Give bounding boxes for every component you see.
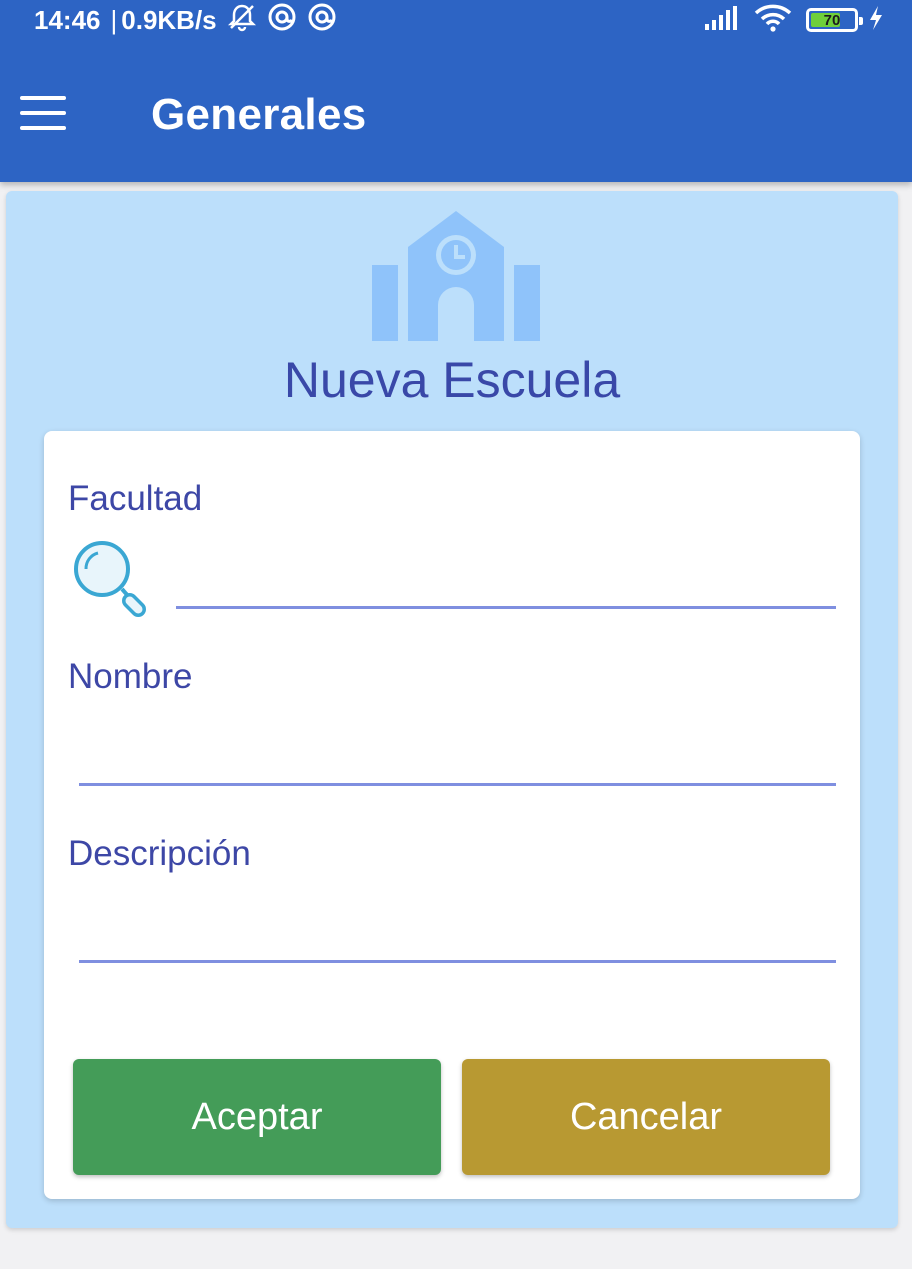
nombre-input[interactable] — [79, 731, 837, 783]
top-bar: 14:46 | 0.9KB/s 70 Generales — [0, 0, 912, 182]
menu-line — [20, 111, 66, 115]
battery-icon: 70 — [806, 8, 863, 32]
form-card: Facultad Nombre Descripción Aceptar Canc… — [44, 431, 860, 1199]
app-bar: Generales — [0, 40, 912, 182]
charging-bolt-icon — [868, 5, 884, 36]
menu-line — [20, 126, 66, 130]
menu-line — [20, 96, 66, 100]
nombre-underline — [79, 783, 836, 786]
status-network-speed: 0.9KB/s — [121, 4, 217, 35]
descripcion-label: Descripción — [68, 834, 251, 873]
at-sign-icon — [307, 2, 337, 39]
page-title: Nueva Escuela — [283, 352, 621, 408]
facultad-label: Facultad — [68, 479, 203, 518]
signal-icon — [704, 5, 740, 36]
wifi-icon — [754, 4, 792, 37]
facultad-underline — [176, 606, 836, 609]
cancel-button[interactable]: Cancelar — [462, 1059, 830, 1175]
status-right: 70 — [704, 4, 884, 36]
accept-button[interactable]: Aceptar — [73, 1059, 441, 1175]
app-bar-title: Generales — [151, 90, 367, 139]
nombre-label: Nombre — [68, 657, 193, 696]
search-icon[interactable] — [72, 539, 154, 617]
at-sign-icon — [267, 2, 297, 39]
status-left: 14:46 | 0.9KB/s — [34, 2, 337, 39]
facultad-search-input[interactable] — [176, 556, 836, 608]
status-time: 14:46 — [34, 4, 101, 35]
status-bar: 14:46 | 0.9KB/s 70 — [0, 0, 912, 40]
battery-level: 70 — [823, 11, 841, 29]
descripcion-input[interactable] — [79, 908, 837, 960]
descripcion-underline — [79, 960, 836, 963]
content-panel: Nueva Escuela Facultad Nombre Descripció… — [6, 191, 898, 1228]
status-separator: | — [110, 4, 118, 35]
hamburger-menu-icon[interactable] — [20, 96, 66, 130]
school-icon — [370, 209, 542, 343]
bell-off-icon — [227, 2, 257, 39]
